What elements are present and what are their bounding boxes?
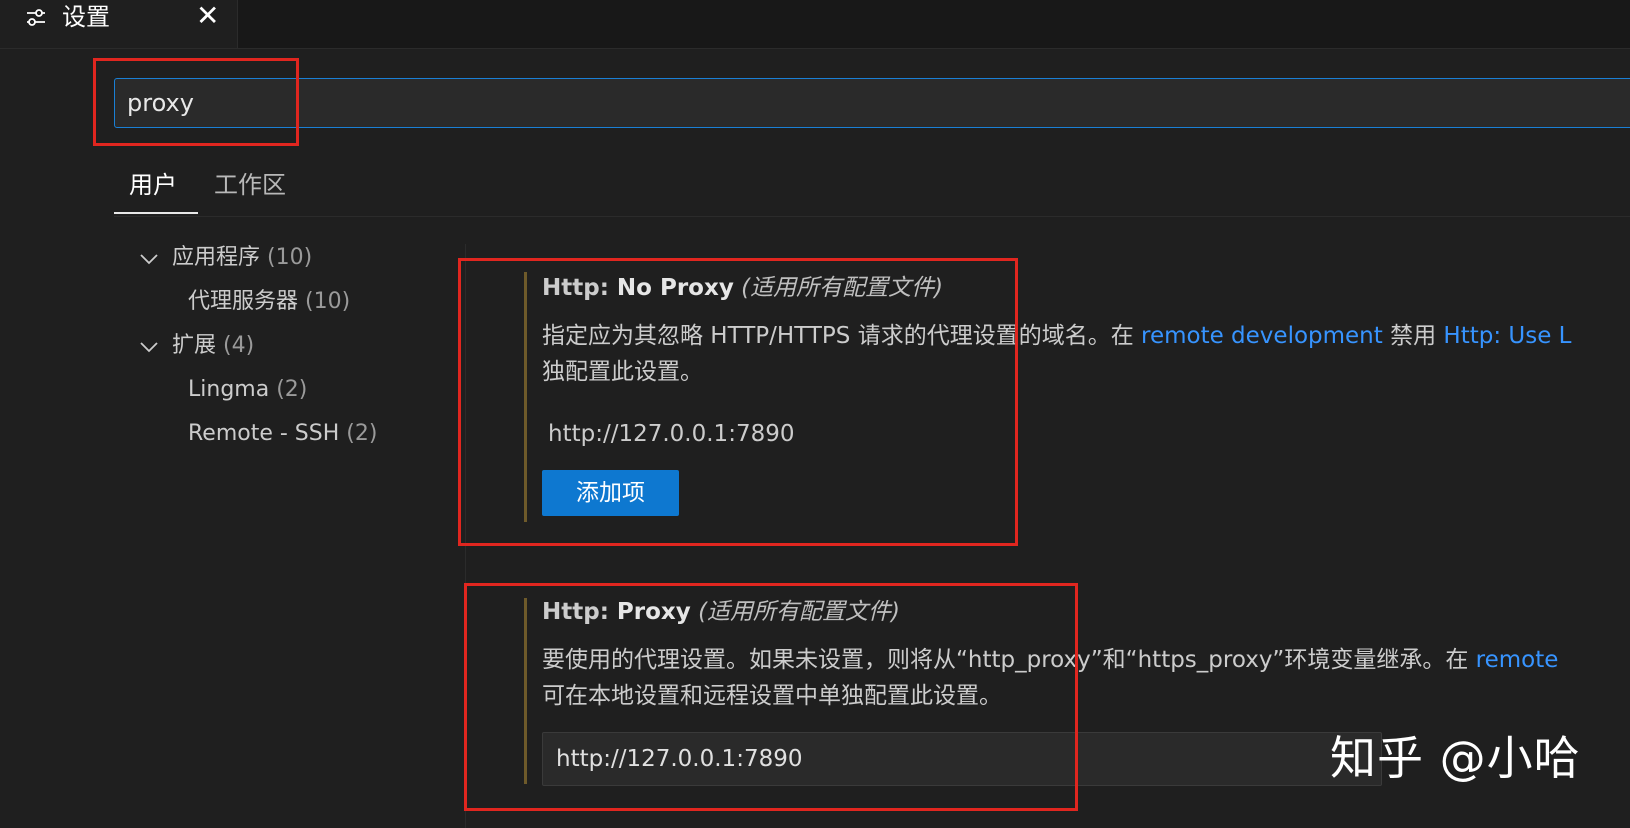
description-text: 禁用 bbox=[1382, 323, 1444, 349]
setting-description: 要使用的代理设置。如果未设置，则将从“http_proxy”和“https_pr… bbox=[542, 642, 1558, 678]
active-tab-indicator bbox=[114, 212, 198, 214]
chevron-down-icon[interactable] bbox=[138, 248, 160, 270]
toc-item-application[interactable]: 应用程序 (10) bbox=[172, 243, 312, 273]
toc-item-lingma[interactable]: Lingma (2) bbox=[188, 375, 307, 405]
proxy-value-input[interactable] bbox=[543, 733, 1381, 785]
add-item-button[interactable]: 添加项 bbox=[542, 470, 679, 516]
setting-description: 指定应为其忽略 HTTP/HTTPS 请求的代理设置的域名。在 remote d… bbox=[542, 318, 1572, 354]
tab-workspace[interactable]: 工作区 bbox=[214, 168, 286, 202]
setting-description-line2: 可在本地设置和远程设置中单独配置此设置。 bbox=[542, 683, 1002, 709]
proxy-value-field bbox=[542, 732, 1382, 786]
setting-scope: (适用所有配置文件) bbox=[741, 275, 944, 301]
settings-search-input[interactable] bbox=[115, 79, 1630, 127]
http-use-link[interactable]: Http: Use L bbox=[1443, 323, 1571, 349]
description-text: 要使用的代理设置。如果未设置，则将从“http_proxy”和“https_pr… bbox=[542, 647, 1476, 673]
toc-item-label: Lingma bbox=[188, 377, 270, 402]
modified-indicator bbox=[524, 598, 527, 784]
toc-item-count: (10) bbox=[267, 245, 313, 270]
close-icon[interactable]: ✕ bbox=[196, 0, 219, 32]
watermark-text: 知乎 @小哈 bbox=[1330, 731, 1581, 785]
editor-tab-bar: 设置 ✕ bbox=[0, 0, 1630, 49]
remote-link[interactable]: remote bbox=[1476, 647, 1559, 673]
toc-item-extensions[interactable]: 扩展 (4) bbox=[172, 331, 254, 361]
list-item-value[interactable]: http://127.0.0.1:7890 bbox=[548, 418, 794, 450]
modified-indicator bbox=[524, 272, 527, 522]
toc-divider bbox=[465, 244, 466, 828]
tab-title: 设置 bbox=[62, 3, 110, 31]
setting-category: Http: bbox=[542, 275, 617, 301]
toc-item-count: (10) bbox=[305, 289, 351, 314]
toc-item-label: 扩展 bbox=[172, 333, 217, 358]
toc-item-label: Remote - SSH bbox=[188, 421, 340, 446]
scope-tabs: 用户 工作区 bbox=[114, 162, 1630, 217]
tab-user[interactable]: 用户 bbox=[129, 168, 177, 202]
setting-scope: (适用所有配置文件) bbox=[698, 599, 901, 625]
toc-item-count: (2) bbox=[276, 377, 308, 402]
description-text: 指定应为其忽略 HTTP/HTTPS 请求的代理设置的域名。在 bbox=[542, 323, 1141, 349]
settings-tab[interactable]: 设置 ✕ bbox=[0, 0, 238, 48]
chevron-down-icon[interactable] bbox=[138, 336, 160, 358]
settings-editor: 设置 ✕ 用户 工作区 应用程序 (10) 代理服务器 (10) 扩展 (4) bbox=[0, 0, 1630, 828]
toc-item-remote-ssh[interactable]: Remote - SSH (2) bbox=[188, 419, 377, 449]
settings-sliders-icon bbox=[27, 9, 45, 26]
setting-name: Proxy bbox=[616, 599, 691, 625]
setting-title: Http: No Proxy (适用所有配置文件) bbox=[542, 272, 943, 304]
toc-item-label: 代理服务器 bbox=[188, 289, 299, 314]
setting-description-line2: 独配置此设置。 bbox=[542, 359, 703, 385]
toc-item-label: 应用程序 bbox=[172, 245, 261, 270]
setting-name: No Proxy bbox=[616, 275, 734, 301]
toc-item-count: (2) bbox=[346, 421, 378, 446]
settings-search-box bbox=[114, 78, 1630, 128]
toc-item-proxy-server[interactable]: 代理服务器 (10) bbox=[188, 287, 350, 317]
setting-category: Http: bbox=[542, 599, 617, 625]
toc-item-count: (4) bbox=[223, 333, 255, 358]
remote-development-link[interactable]: remote development bbox=[1141, 323, 1383, 349]
setting-title: Http: Proxy (适用所有配置文件) bbox=[542, 596, 900, 628]
